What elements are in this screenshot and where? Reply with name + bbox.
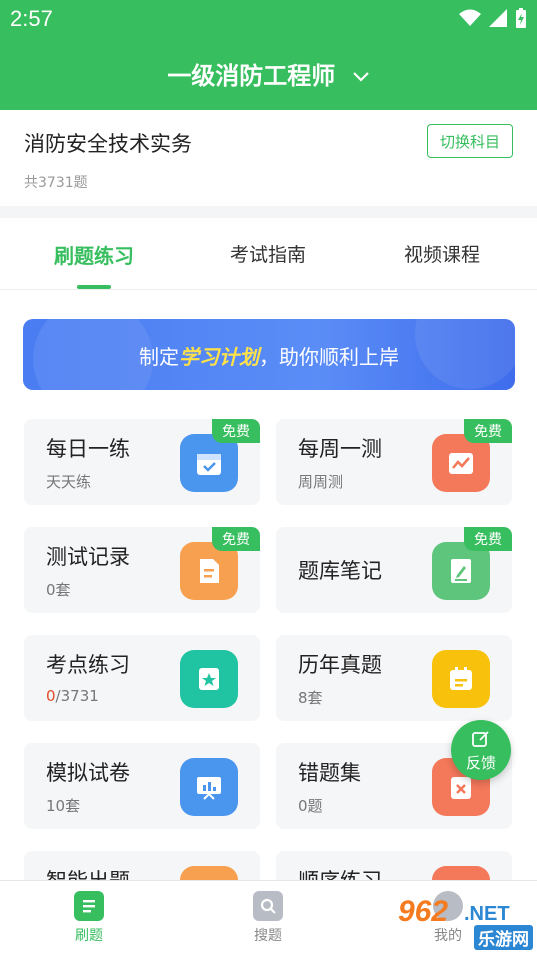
progress-total: /3731: [55, 687, 99, 705]
feedback-label: 反馈: [465, 754, 496, 772]
card-subtitle: 10套: [46, 797, 81, 815]
card-subtitle: 0题: [298, 797, 323, 815]
wifi-icon: [459, 9, 481, 26]
subject-name: 消防安全技术实务: [24, 132, 192, 156]
tab-video-course[interactable]: 视频课程: [372, 240, 512, 267]
card-title: 考点练习: [46, 653, 130, 677]
tab-indicator: [77, 285, 111, 289]
card-title: 模拟试卷: [46, 761, 130, 785]
card-subtitle: 周周测: [298, 473, 344, 491]
nav-label: 刷题: [75, 928, 103, 944]
star-book-icon: [180, 650, 238, 708]
tab-exam-guide[interactable]: 考试指南: [198, 240, 338, 267]
progress-done: 0: [46, 687, 56, 705]
free-badge: 免费: [464, 527, 512, 551]
tab-practice[interactable]: 刷题练习: [24, 240, 164, 269]
feedback-button[interactable]: 反馈: [451, 720, 511, 780]
battery-icon: [516, 8, 526, 28]
subject-panel: 消防安全技术实务 共3731题 切换科目: [0, 110, 537, 206]
banner-highlight: 学习计划: [179, 345, 259, 369]
card-title: 每周一测: [298, 437, 382, 461]
card-past-exams[interactable]: 历年真题 8套: [276, 635, 512, 721]
card-weekly-test[interactable]: 每周一测 周周测 免费: [276, 419, 512, 505]
card-title: 历年真题: [298, 653, 382, 677]
card-keypoint-practice[interactable]: 考点练习 0/3731: [24, 635, 260, 721]
chevron-down-icon: [352, 72, 369, 82]
presentation-icon: [180, 758, 238, 816]
question-count: 共3731题: [24, 175, 88, 191]
nav-label: 搜题: [254, 928, 282, 944]
card-subtitle: 0套: [46, 581, 71, 599]
calendar-icon: [432, 650, 490, 708]
card-mock-exams[interactable]: 模拟试卷 10套: [24, 743, 260, 829]
signal-icon: [489, 9, 507, 27]
card-title: 错题集: [298, 761, 361, 785]
search-icon: [253, 891, 283, 921]
card-title: 题库笔记: [298, 559, 382, 583]
banner-text: 制定学习计划，助你顺利上岸: [139, 345, 399, 369]
card-daily-practice[interactable]: 每日一练 天天练 免费: [24, 419, 260, 505]
card-notes[interactable]: 题库笔记 免费: [276, 527, 512, 613]
nav-practice[interactable]: 刷题: [49, 891, 129, 945]
free-badge: 免费: [212, 527, 260, 551]
card-subtitle: 0/3731: [46, 687, 99, 705]
card-subtitle: 天天练: [46, 473, 92, 491]
edit-icon: [472, 731, 489, 747]
study-plan-banner[interactable]: 制定学习计划，助你顺利上岸: [23, 319, 515, 390]
nav-search[interactable]: 搜题: [228, 891, 308, 945]
practice-icon: [74, 891, 104, 921]
app-header: 2:57 一级消防工程师: [0, 0, 537, 110]
exam-selector[interactable]: 一级消防工程师: [0, 56, 537, 91]
card-subtitle: 8套: [298, 689, 323, 707]
switch-subject-button[interactable]: 切换科目: [427, 124, 513, 158]
free-badge: 免费: [464, 419, 512, 443]
tab-bar: 刷题练习 考试指南 视频课程: [0, 218, 537, 290]
watermark-number: 962: [398, 895, 449, 928]
card-test-records[interactable]: 测试记录 0套 免费: [24, 527, 260, 613]
page-title: 一级消防工程师: [167, 62, 336, 90]
watermark-domain: .NET: [464, 903, 510, 925]
status-time: 2:57: [10, 6, 53, 31]
free-badge: 免费: [212, 419, 260, 443]
watermark-name: 乐游网: [474, 925, 533, 950]
card-title: 测试记录: [46, 545, 130, 569]
divider: [0, 206, 537, 218]
site-watermark: 962 .NET 乐游网: [398, 895, 534, 953]
status-icons: [459, 8, 527, 28]
card-title: 每日一练: [46, 437, 130, 461]
